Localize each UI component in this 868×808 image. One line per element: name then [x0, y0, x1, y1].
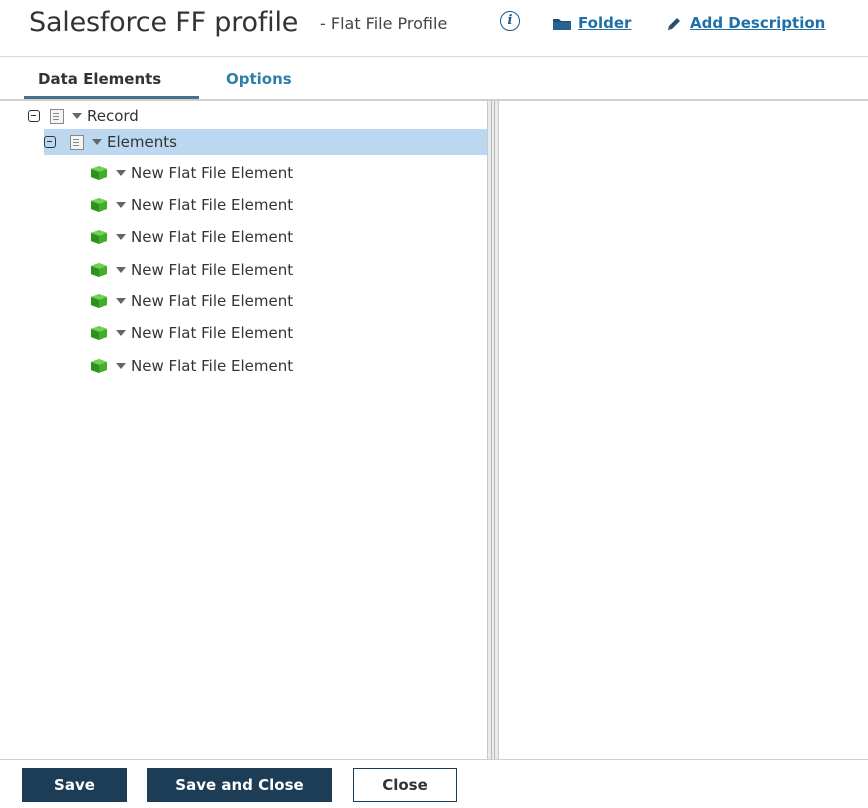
element-tree-panel: Record Elements New Flat File Element Ne… [0, 101, 487, 759]
collapse-icon[interactable] [44, 136, 56, 148]
chevron-down-icon[interactable] [116, 330, 126, 336]
panel-splitter[interactable] [487, 101, 499, 759]
tab-options[interactable]: Options [226, 70, 292, 88]
chevron-down-icon[interactable] [116, 170, 126, 176]
save-and-close-button[interactable]: Save and Close [147, 768, 332, 802]
tree-node-element[interactable]: New Flat File Element [90, 353, 293, 379]
tree-node-label: New Flat File Element [131, 228, 294, 246]
element-cube-icon [91, 359, 107, 373]
add-description-link[interactable]: Add Description [690, 14, 825, 32]
tree-node-element[interactable]: New Flat File Element [90, 192, 293, 218]
chevron-down-icon[interactable] [116, 234, 126, 240]
page-subtitle: - Flat File Profile [320, 14, 448, 33]
tree-node-element[interactable]: New Flat File Element [90, 257, 293, 283]
header-divider [0, 56, 868, 57]
tree-node-element[interactable]: New Flat File Element [90, 224, 293, 250]
tab-bar: Data Elements Options [0, 62, 868, 100]
record-icon [50, 108, 64, 124]
group-icon [70, 134, 84, 150]
tree-node-label: New Flat File Element [131, 324, 294, 342]
chevron-down-icon[interactable] [116, 298, 126, 304]
tree-node-element[interactable]: New Flat File Element [90, 160, 293, 186]
element-cube-icon [91, 230, 107, 244]
chevron-down-icon[interactable] [116, 363, 126, 369]
element-cube-icon [91, 198, 107, 212]
close-button[interactable]: Close [353, 768, 457, 802]
element-cube-icon [91, 263, 107, 277]
tab-data-elements[interactable]: Data Elements [38, 70, 161, 88]
chevron-down-icon[interactable] [116, 267, 126, 273]
tree-node-label: New Flat File Element [131, 357, 294, 375]
tree-node-label: New Flat File Element [131, 292, 294, 310]
element-cube-icon [91, 294, 107, 308]
tree-node-label: New Flat File Element [131, 261, 294, 279]
element-cube-icon [91, 166, 107, 180]
tree-node-element[interactable]: New Flat File Element [90, 320, 293, 346]
chevron-down-icon[interactable] [116, 202, 126, 208]
save-button[interactable]: Save [22, 768, 127, 802]
page-header: Salesforce FF profile - Flat File Profil… [0, 0, 868, 56]
chevron-down-icon[interactable] [92, 139, 102, 145]
tree-node-label: New Flat File Element [131, 196, 294, 214]
tree-node-record[interactable]: Record [28, 103, 328, 129]
element-cube-icon [91, 326, 107, 340]
collapse-icon[interactable] [28, 110, 40, 122]
footer-divider [0, 759, 868, 760]
tree-node-label: Record [87, 107, 139, 125]
folder-icon[interactable] [552, 17, 572, 31]
tree-node-element[interactable]: New Flat File Element [90, 288, 293, 314]
info-icon[interactable]: i [500, 11, 520, 31]
tree-node-label: Elements [107, 133, 177, 151]
splitter-grip[interactable] [491, 101, 495, 759]
folder-link[interactable]: Folder [578, 14, 631, 32]
pencil-icon[interactable] [665, 15, 683, 33]
tree-node-elements[interactable]: Elements [44, 129, 487, 155]
tree-node-label: New Flat File Element [131, 164, 294, 182]
chevron-down-icon[interactable] [72, 113, 82, 119]
element-detail-panel [499, 101, 868, 759]
page-title: Salesforce FF profile [29, 7, 299, 38]
